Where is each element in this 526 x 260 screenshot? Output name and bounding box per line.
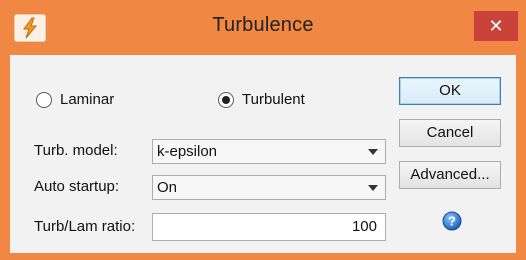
turb-model-value: k-epsilon (157, 143, 218, 160)
advanced-button[interactable]: Advanced... (399, 161, 501, 189)
radio-turbulent[interactable]: Turbulent (218, 91, 305, 108)
radio-laminar-dot[interactable] (36, 91, 52, 108)
ratio-input[interactable]: 100 (152, 213, 386, 241)
radio-turbulent-label: Turbulent (242, 91, 305, 108)
title-bar[interactable]: Turbulence ✕ (0, 0, 526, 54)
radio-laminar-label: Laminar (60, 91, 115, 108)
auto-startup-value: On (157, 179, 178, 196)
auto-startup-select[interactable]: On (152, 175, 386, 200)
ok-button[interactable]: OK (399, 77, 501, 105)
dialog-title: Turbulence (212, 14, 314, 36)
chevron-down-icon[interactable] (368, 149, 378, 155)
dialog-body: Laminar Turbulent Turb. model: k-epsilon… (10, 55, 516, 253)
radio-turbulent-dot[interactable] (218, 91, 234, 108)
turb-model-select[interactable]: k-epsilon (152, 139, 386, 164)
svg-text:?: ? (448, 214, 456, 229)
close-button[interactable]: ✕ (474, 11, 518, 41)
chevron-down-icon[interactable] (368, 185, 378, 191)
turbulence-dialog: Turbulence ✕ Laminar Turbulent Turb. mod… (0, 0, 526, 260)
auto-startup-label: Auto startup: (34, 178, 120, 195)
help-icon[interactable]: ? (442, 211, 462, 231)
turb-model-label: Turb. model: (34, 142, 118, 159)
close-icon: ✕ (488, 16, 504, 36)
ratio-label: Turb/Lam ratio: (34, 218, 136, 235)
radio-laminar[interactable]: Laminar (36, 91, 114, 108)
cancel-button[interactable]: Cancel (399, 119, 501, 147)
